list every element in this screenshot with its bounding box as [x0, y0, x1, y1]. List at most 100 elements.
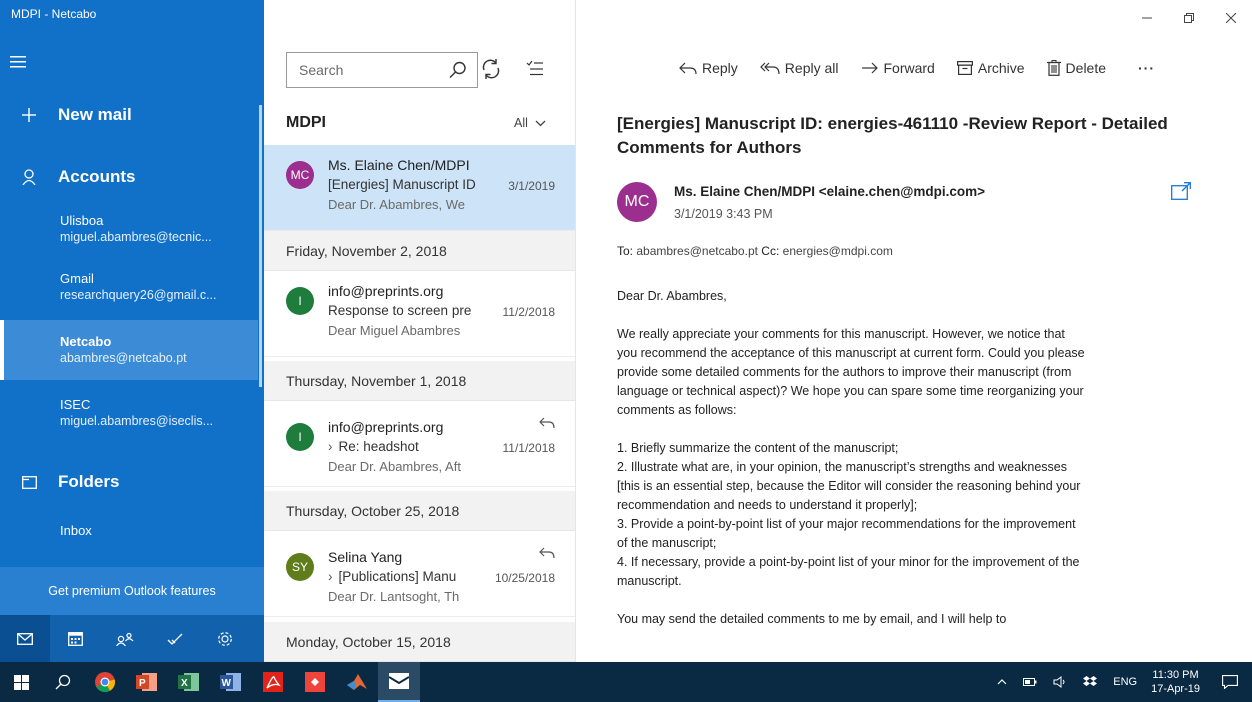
powerpoint-taskbar-button[interactable]: P: [126, 662, 168, 702]
message-subject: [Energies] Manuscript ID: [328, 177, 476, 192]
sidebar-scrollbar[interactable]: [259, 105, 262, 387]
mail-taskbar-button[interactable]: [378, 662, 420, 702]
replied-icon: [539, 417, 555, 429]
settings-nav-button[interactable]: [200, 615, 250, 662]
new-mail-button[interactable]: New mail: [0, 102, 258, 128]
message-item[interactable]: MC Ms. Elaine Chen/MDPI [Energies] Manus…: [264, 145, 575, 231]
word-taskbar-button[interactable]: W: [210, 662, 252, 702]
select-mode-icon[interactable]: [526, 60, 544, 76]
message-item[interactable]: I info@preprints.org › Re: headshot 11/1/…: [264, 401, 575, 487]
body-list-item: 2. Illustrate what are, in your opinion,…: [617, 460, 1081, 512]
premium-button[interactable]: Get premium Outlook features: [0, 567, 264, 615]
message-date: 11/2/2018: [502, 305, 556, 319]
chevron-up-icon: [997, 679, 1007, 685]
sidebar: MDPI - Netcabo New mail Accounts Ulisboa…: [0, 0, 264, 662]
reply-label: Reply: [702, 60, 738, 76]
account-gmail[interactable]: Gmail researchquery26@gmail.c...: [0, 270, 258, 310]
forward-label: Forward: [883, 60, 935, 76]
archive-icon: [956, 61, 973, 75]
close-icon: [1226, 13, 1236, 23]
sender-name[interactable]: Ms. Elaine Chen/MDPI <elaine.chen@mdpi.c…: [674, 184, 985, 199]
folder-icon: [0, 475, 58, 489]
minimize-icon: [1142, 17, 1152, 19]
account-name: Netcabo: [60, 334, 112, 349]
folders-header[interactable]: Folders: [0, 469, 258, 495]
matlab-icon: [347, 674, 367, 690]
restore-button[interactable]: [1168, 0, 1210, 36]
folders-label: Folders: [58, 472, 120, 491]
show-hidden-icons-button[interactable]: [997, 679, 1007, 685]
folder-title: MDPI: [286, 114, 326, 131]
account-name: ISEC: [60, 397, 91, 412]
forward-arrow-icon: [861, 62, 878, 74]
recipients-line: To: abambres@netcabo.pt Cc: energies@mdp…: [617, 244, 893, 258]
filter-dropdown[interactable]: All: [514, 116, 546, 130]
sender-avatar: MC: [617, 182, 657, 222]
search-icon: [55, 674, 71, 690]
accounts-header[interactable]: Accounts: [0, 164, 258, 190]
close-button[interactable]: [1210, 0, 1252, 36]
language-indicator[interactable]: ENG: [1113, 676, 1137, 688]
archive-button[interactable]: Archive: [956, 60, 1025, 76]
account-name: Ulisboa: [60, 213, 104, 228]
message-subject-text: Re: headshot: [338, 439, 419, 454]
excel-icon: X: [178, 673, 199, 691]
notification-icon: [1222, 675, 1238, 689]
popout-icon[interactable]: [1171, 182, 1191, 200]
chrome-taskbar-button[interactable]: [84, 662, 126, 702]
reply-button[interactable]: Reply: [679, 60, 738, 76]
people-nav-button[interactable]: [100, 615, 150, 662]
cc-address[interactable]: energies@mdpi.com: [783, 244, 893, 258]
body-list-item: 4. If necessary, provide a point-by-poin…: [617, 555, 1080, 588]
dropbox-icon[interactable]: [1083, 676, 1098, 688]
hamburger-button[interactable]: [0, 50, 258, 74]
calendar-icon: [67, 632, 83, 646]
account-ulisboa[interactable]: Ulisboa miguel.abambres@tecnic...: [0, 212, 258, 252]
message-subject: › Re: headshot: [328, 439, 510, 454]
forward-button[interactable]: Forward: [861, 60, 935, 76]
reply-all-button[interactable]: Reply all: [759, 60, 839, 76]
mail-nav-button[interactable]: [0, 615, 50, 662]
account-isec[interactable]: ISEC miguel.abambres@iseclis...: [0, 396, 258, 436]
to-address[interactable]: abambres@netcabo.pt: [636, 244, 758, 258]
message-sender: info@preprints.org: [328, 419, 444, 435]
search-icon[interactable]: [449, 61, 467, 79]
clock[interactable]: 11:30 PM 17-Apr-19: [1151, 668, 1200, 696]
delete-button[interactable]: Delete: [1046, 60, 1107, 76]
sync-icon[interactable]: [480, 58, 502, 80]
replied-icon: [539, 547, 555, 559]
reading-pane: Reply Reply all Forward Archive Delete ·…: [577, 0, 1252, 662]
message-item[interactable]: I info@preprints.org Response to screen …: [264, 271, 575, 357]
more-icon: ···: [1138, 60, 1156, 76]
search-input[interactable]: Search: [286, 52, 478, 88]
volume-icon[interactable]: [1053, 676, 1067, 688]
message-preview: Dear Dr. Lantsoght, Th: [328, 589, 460, 604]
avatar: I: [286, 423, 314, 451]
anydesk-taskbar-button[interactable]: [294, 662, 336, 702]
matlab-taskbar-button[interactable]: [336, 662, 378, 702]
taskbar-search-button[interactable]: [42, 662, 84, 702]
minimize-button[interactable]: [1126, 0, 1168, 36]
delete-label: Delete: [1065, 60, 1107, 76]
folder-inbox[interactable]: Inbox: [0, 522, 258, 542]
action-center-button[interactable]: [1222, 675, 1238, 689]
acrobat-taskbar-button[interactable]: [252, 662, 294, 702]
todo-check-icon: [167, 633, 183, 645]
more-actions-button[interactable]: ···: [1138, 60, 1155, 76]
message-item[interactable]: SY Selina Yang › [Publications] Manu 10/2…: [264, 531, 575, 617]
date-header: Friday, November 2, 2018: [264, 231, 575, 271]
inbox-label: Inbox: [60, 523, 92, 538]
start-button[interactable]: [0, 662, 42, 702]
search-placeholder: Search: [299, 62, 344, 78]
hamburger-icon: [0, 56, 36, 68]
new-mail-label: New mail: [58, 105, 132, 124]
date-header: Thursday, October 25, 2018: [264, 491, 575, 531]
todo-nav-button[interactable]: [150, 615, 200, 662]
reply-all-icon: [759, 62, 780, 74]
calendar-nav-button[interactable]: [50, 615, 100, 662]
message-preview: Dear Dr. Abambres, Aft: [328, 459, 461, 474]
excel-taskbar-button[interactable]: X: [168, 662, 210, 702]
svg-text:P: P: [139, 678, 146, 689]
account-netcabo[interactable]: Netcabo abambres@netcabo.pt: [0, 320, 258, 380]
battery-icon[interactable]: [1023, 678, 1037, 686]
